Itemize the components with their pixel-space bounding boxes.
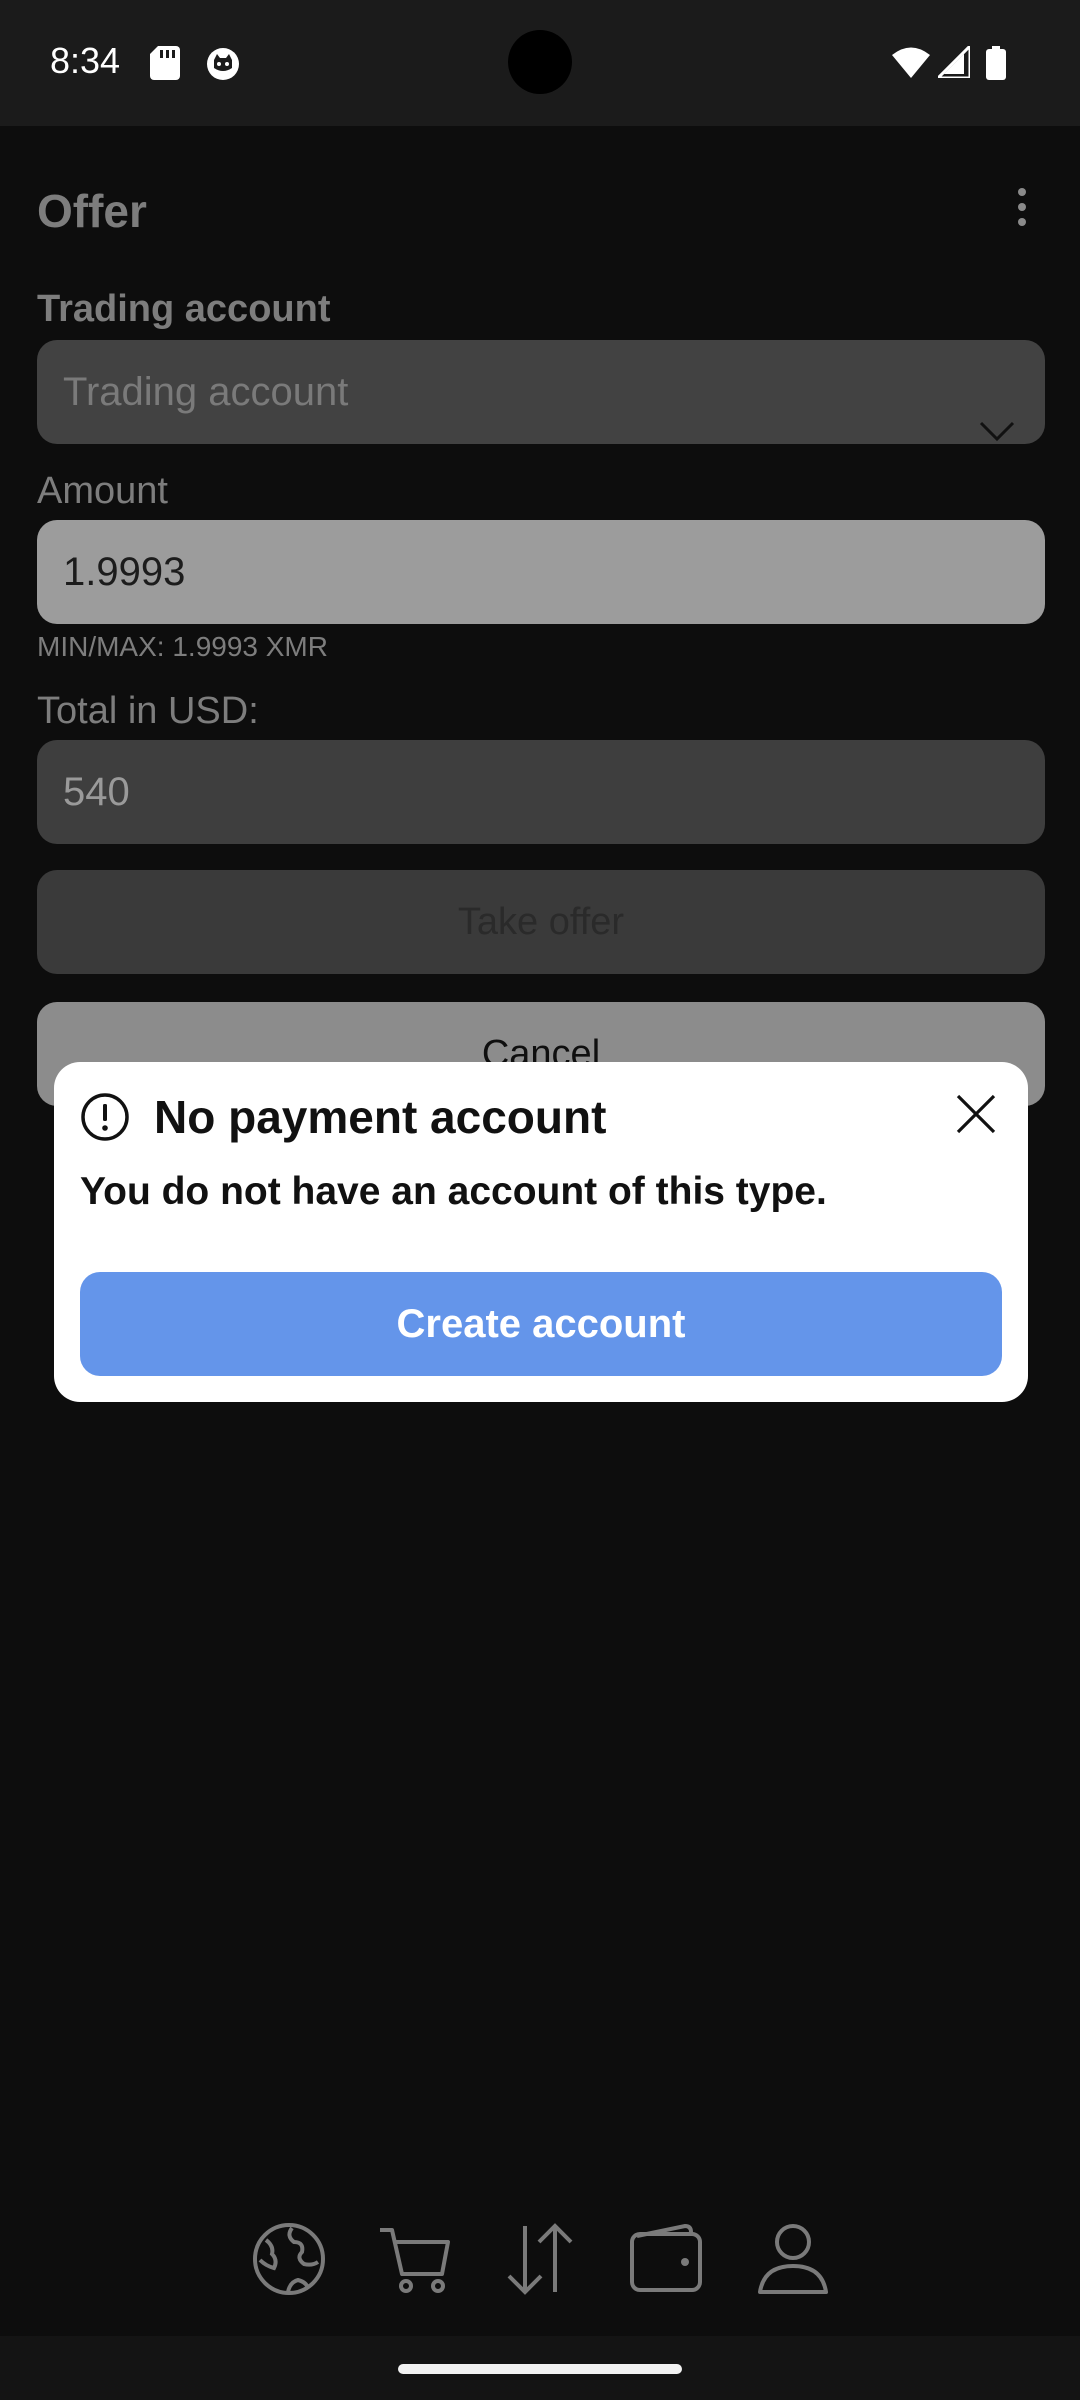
camera-cutout — [508, 30, 572, 94]
trading-account-placeholder: Trading account — [63, 370, 349, 414]
close-icon[interactable] — [954, 1092, 998, 1141]
home-indicator[interactable] — [398, 2364, 682, 2374]
dialog-title: No payment account — [154, 1091, 607, 1143]
cart-icon[interactable] — [378, 2222, 452, 2301]
dialog-message: You do not have an account of this type. — [80, 1170, 827, 1213]
battery-icon — [986, 46, 1006, 85]
create-account-button[interactable]: Create account — [80, 1272, 1002, 1376]
more-options-icon[interactable] — [1012, 188, 1032, 236]
chevron-down-icon — [979, 378, 1015, 482]
page-title: Offer — [37, 185, 147, 237]
trading-account-select[interactable]: Trading account — [37, 340, 1045, 444]
status-bar: 8:34 — [0, 0, 1080, 126]
sd-card-icon — [150, 46, 180, 85]
wifi-icon — [892, 46, 930, 83]
signal-icon — [934, 42, 972, 83]
cat-notification-icon — [205, 46, 241, 87]
status-time: 8:34 — [50, 40, 121, 81]
wallet-icon[interactable] — [629, 2222, 703, 2301]
alert-circle-icon — [80, 1092, 130, 1147]
total-usd-field[interactable]: 540 — [37, 740, 1045, 844]
no-payment-account-dialog: No payment account You do not have an ac… — [54, 1062, 1028, 1402]
profile-icon[interactable] — [756, 2222, 830, 2301]
amount-label: Amount — [37, 470, 168, 512]
transfer-icon[interactable] — [503, 2222, 577, 2301]
amount-input[interactable]: 1.9993 — [37, 520, 1045, 624]
globe-icon[interactable] — [252, 2222, 326, 2301]
trading-account-label: Trading account — [37, 288, 331, 330]
total-usd-label: Total in USD: — [37, 690, 259, 732]
take-offer-button[interactable]: Take offer — [37, 870, 1045, 974]
amount-min-max: MIN/MAX: 1.9993 XMR — [37, 631, 328, 662]
